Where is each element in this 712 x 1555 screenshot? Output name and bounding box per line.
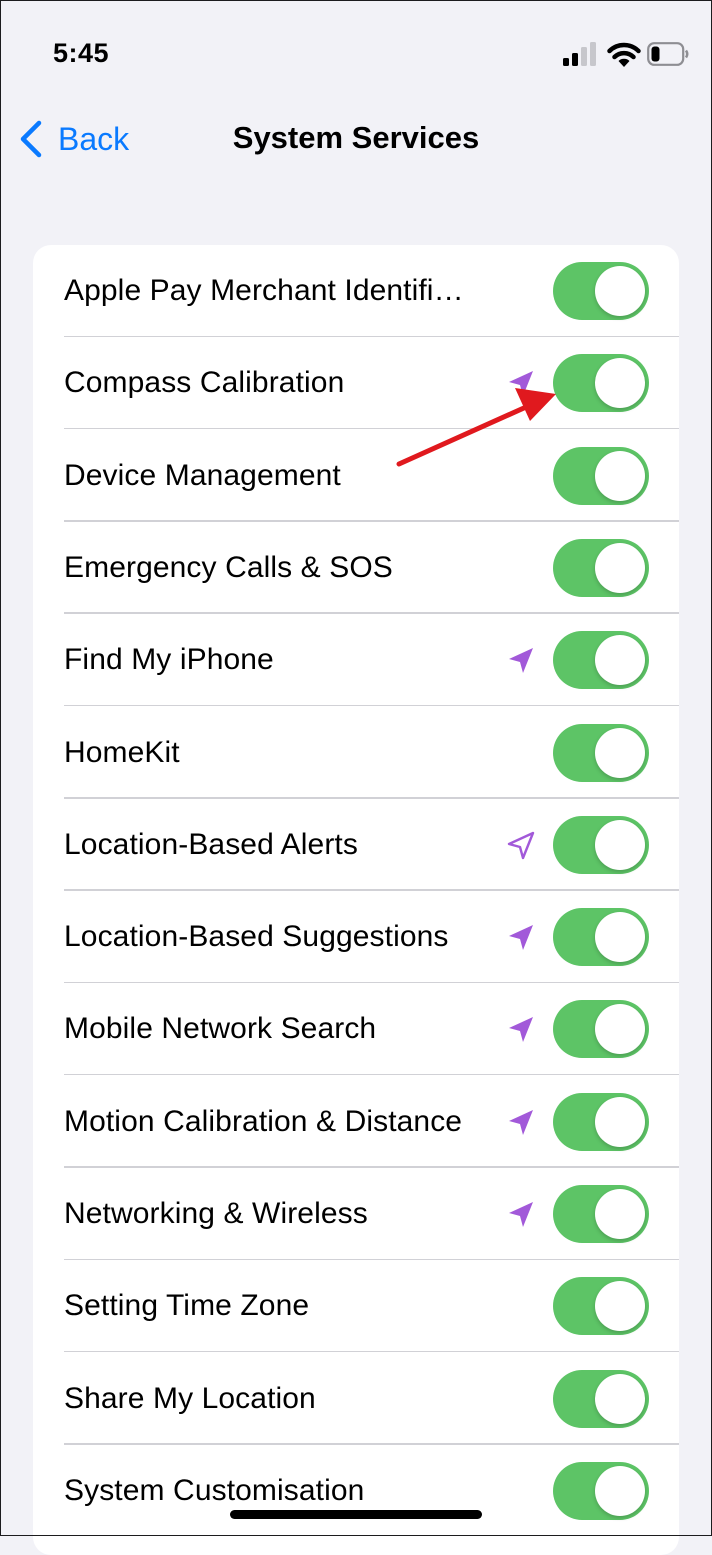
service-label: Motion Calibration & Distance <box>64 1104 463 1138</box>
location-arrow-icon <box>509 1109 533 1135</box>
service-label: Location-Based Suggestions <box>64 920 449 954</box>
service-row: Networking & Wireless <box>33 1168 679 1260</box>
toggle-knob <box>595 1004 645 1055</box>
cellular-signal-icon <box>563 42 596 66</box>
services-list: Apple Pay Merchant Identifi… Compass Cali… <box>33 245 679 1555</box>
toggle-knob <box>595 635 645 686</box>
location-arrow-icon <box>509 648 533 674</box>
service-label: Share My Location <box>64 1381 316 1415</box>
service-toggle[interactable] <box>553 815 649 874</box>
service-toggle[interactable] <box>553 538 649 597</box>
service-toggle[interactable] <box>553 723 649 782</box>
toggle-knob <box>595 358 645 409</box>
toggle-knob <box>595 450 645 501</box>
toggle-knob <box>595 912 645 963</box>
location-arrow-outline-icon <box>507 831 535 859</box>
service-row: Emergency Calls & SOS <box>33 522 679 614</box>
service-toggle[interactable] <box>553 1092 649 1151</box>
service-row: Mobile Network Search <box>33 983 679 1076</box>
service-label: Setting Time Zone <box>64 1289 310 1323</box>
toggle-knob <box>595 727 645 778</box>
service-toggle[interactable] <box>553 1185 649 1243</box>
toggle-knob <box>595 1465 645 1516</box>
service-label: Find My iPhone <box>64 643 274 677</box>
service-label: Location-Based Alerts <box>64 827 358 861</box>
service-row: Apple Pay Merchant Identifi… <box>33 245 679 337</box>
service-toggle[interactable] <box>553 446 649 505</box>
toggle-knob <box>595 819 645 870</box>
service-toggle[interactable] <box>553 631 649 690</box>
service-label: HomeKit <box>64 735 180 769</box>
service-toggle[interactable] <box>553 1277 649 1336</box>
service-toggle[interactable] <box>553 262 649 320</box>
service-label: Networking & Wireless <box>64 1197 368 1230</box>
wifi-icon <box>607 42 641 67</box>
service-toggle[interactable] <box>553 354 649 413</box>
service-toggle[interactable] <box>553 1369 649 1428</box>
toggle-knob <box>595 1189 645 1239</box>
page-title: System Services <box>232 120 480 155</box>
service-row: Setting Time Zone <box>33 1260 679 1353</box>
location-arrow-icon <box>509 1017 533 1043</box>
service-row: Compass Calibration <box>33 337 679 430</box>
service-toggle[interactable] <box>553 908 649 967</box>
toggle-knob <box>595 1281 645 1332</box>
service-row: Location-Based Alerts <box>33 799 679 891</box>
location-arrow-icon <box>509 1202 533 1227</box>
toggle-knob <box>595 542 645 593</box>
status-time: 5:45 <box>53 38 110 68</box>
service-row: HomeKit <box>33 707 679 799</box>
service-row: System Customisation <box>33 1445 679 1537</box>
toggle-knob <box>595 1373 645 1424</box>
service-row: Location-Based Suggestions <box>33 891 679 984</box>
service-toggle[interactable] <box>553 1461 649 1520</box>
service-row: Find My iPhone <box>33 614 679 707</box>
service-label: Compass Calibration <box>64 366 345 400</box>
service-label: Device Management <box>64 458 341 492</box>
location-arrow-icon <box>509 925 533 951</box>
location-arrow-icon <box>509 371 533 397</box>
service-row: Device Management <box>33 430 679 522</box>
service-row: Motion Calibration & Distance <box>33 1076 679 1168</box>
battery-icon <box>647 42 689 66</box>
status-icons <box>563 42 689 68</box>
service-label: System Customisation <box>64 1473 365 1507</box>
service-label: Mobile Network Search <box>64 1012 377 1046</box>
service-toggle[interactable] <box>553 1000 649 1059</box>
toggle-knob <box>595 266 645 316</box>
service-label: Apple Pay Merchant Identifi… <box>64 274 464 307</box>
service-row: Share My Location <box>33 1353 679 1445</box>
service-label: Emergency Calls & SOS <box>64 550 393 584</box>
home-indicator <box>230 1510 482 1519</box>
toggle-knob <box>595 1096 645 1147</box>
